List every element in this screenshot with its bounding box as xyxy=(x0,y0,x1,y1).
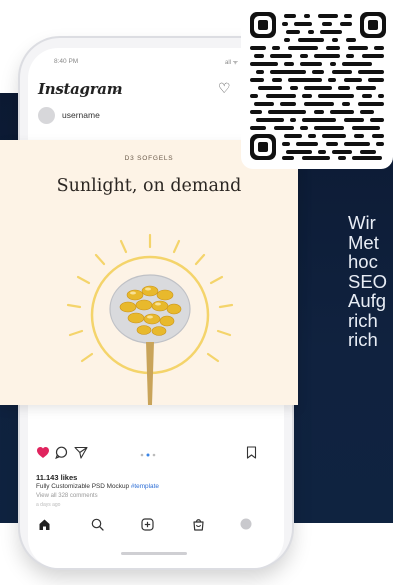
home-icon[interactable] xyxy=(38,518,51,531)
home-indicator xyxy=(121,552,187,555)
likes-count: 11.143 likes xyxy=(36,473,78,482)
post-time-ago: a days ago xyxy=(36,502,61,508)
comment-icon[interactable] xyxy=(55,446,68,459)
status-time: 8:40 PM xyxy=(54,58,79,65)
profile-icon[interactable] xyxy=(240,518,252,530)
view-comments-link[interactable]: View all 328 comments xyxy=(36,493,98,499)
send-icon[interactable] xyxy=(74,446,88,459)
qr-code-icon xyxy=(250,12,386,160)
caption-text: Fully Customizable PSD Mockup xyxy=(36,483,130,490)
bookmark-icon[interactable] xyxy=(246,446,257,459)
carousel-dots xyxy=(140,453,156,457)
status-signal: all ᯤ xyxy=(225,60,239,66)
post-caption: Fully Customizable PSD Mockup #template xyxy=(36,483,159,490)
post-username[interactable]: username xyxy=(62,110,100,120)
shop-icon[interactable] xyxy=(192,518,205,531)
search-icon[interactable] xyxy=(91,518,104,531)
side-description-text: Wir Met hoc SEO Aufg rich rich xyxy=(348,212,388,350)
chevron-down-icon[interactable]: ⌄ xyxy=(113,84,121,95)
heart-icon[interactable] xyxy=(36,446,50,459)
app-logo[interactable]: Instagram xyxy=(38,80,123,98)
sun-spoon-illustration xyxy=(66,233,234,405)
heart-outline-icon[interactable]: ♡ xyxy=(218,80,231,97)
avatar[interactable] xyxy=(38,107,55,124)
add-post-icon[interactable] xyxy=(141,518,154,531)
caption-hashtag[interactable]: #template xyxy=(131,483,159,490)
post-headline: Sunlight, on demand xyxy=(56,176,242,196)
